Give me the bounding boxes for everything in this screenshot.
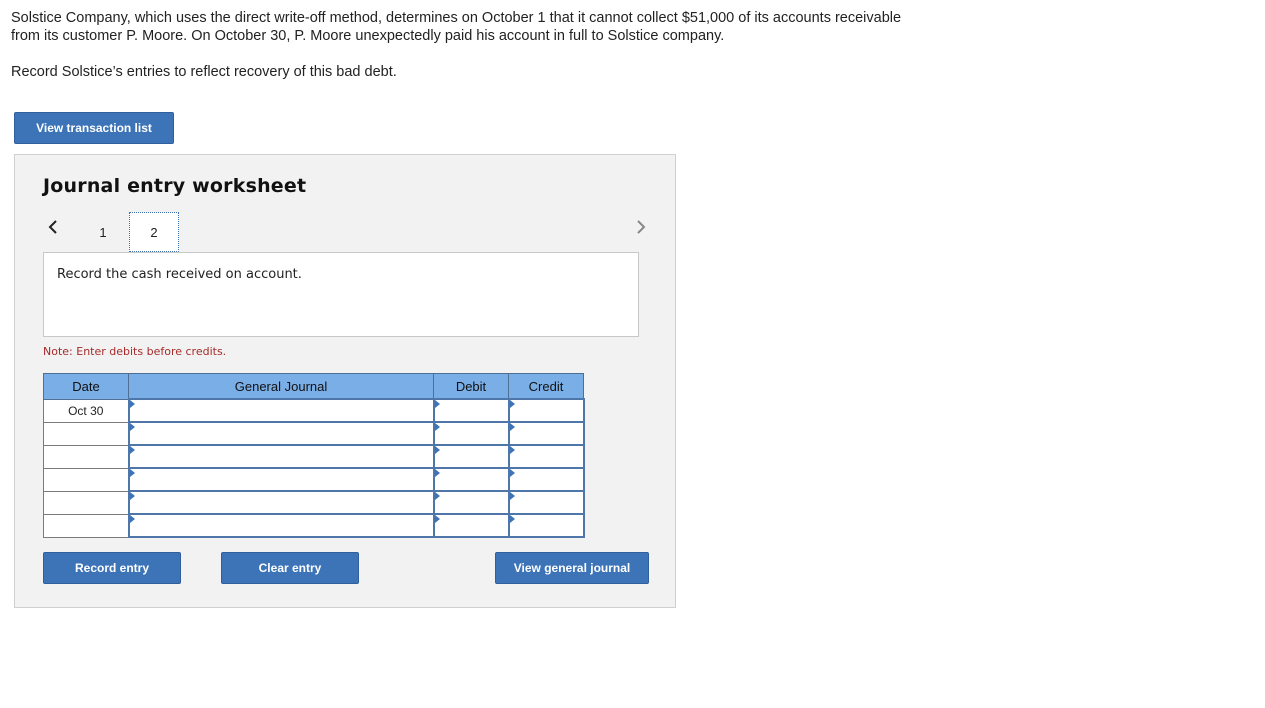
view-transaction-list-button[interactable]: View transaction list <box>14 112 174 144</box>
header-credit: Credit <box>508 373 584 400</box>
credit-input[interactable] <box>507 467 585 492</box>
account-dropdown[interactable] <box>127 444 435 469</box>
debit-input[interactable] <box>432 444 510 469</box>
date-cell: Oct 30 <box>43 398 129 423</box>
note-text: Note: Enter debits before credits. <box>43 345 227 358</box>
credit-input[interactable] <box>507 421 585 446</box>
account-dropdown[interactable] <box>127 490 435 515</box>
credit-input[interactable] <box>507 513 585 538</box>
account-dropdown[interactable] <box>127 513 435 538</box>
table-row: Oct 30 <box>43 398 585 423</box>
journal-entry-worksheet: Journal entry worksheet 1 2 Record the c… <box>14 154 676 608</box>
header-debit: Debit <box>433 373 509 400</box>
table-row <box>43 467 585 492</box>
date-cell <box>43 421 129 446</box>
table-row <box>43 444 585 469</box>
instruction-box: Record the cash received on account. <box>43 252 639 337</box>
date-cell <box>43 444 129 469</box>
journal-table: Date General Journal Debit Credit Oct 30 <box>43 373 585 538</box>
page-tab-2[interactable]: 2 <box>129 212 179 252</box>
date-cell <box>43 513 129 538</box>
debit-input[interactable] <box>432 421 510 446</box>
table-row <box>43 513 585 538</box>
account-dropdown[interactable] <box>127 398 435 423</box>
question-paragraph-2: Record Solstice’s entries to reflect rec… <box>11 64 397 80</box>
clear-entry-button[interactable]: Clear entry <box>221 552 359 584</box>
date-cell <box>43 490 129 515</box>
credit-input[interactable] <box>507 398 585 423</box>
view-general-journal-button[interactable]: View general journal <box>495 552 649 584</box>
header-general-journal: General Journal <box>128 373 434 400</box>
question-text: Solstice Company, which uses the direct … <box>11 9 911 81</box>
credit-input[interactable] <box>507 490 585 515</box>
page-tab-1[interactable]: 1 <box>78 212 128 252</box>
debit-input[interactable] <box>432 467 510 492</box>
journal-header-row: Date General Journal Debit Credit <box>43 373 584 400</box>
debit-input[interactable] <box>432 398 510 423</box>
table-row <box>43 490 585 515</box>
debit-input[interactable] <box>432 513 510 538</box>
credit-input[interactable] <box>507 444 585 469</box>
record-entry-button[interactable]: Record entry <box>43 552 181 584</box>
table-row <box>43 421 585 446</box>
debit-input[interactable] <box>432 490 510 515</box>
chevron-right-icon[interactable] <box>631 217 651 237</box>
account-dropdown[interactable] <box>127 467 435 492</box>
worksheet-title: Journal entry worksheet <box>43 175 307 197</box>
header-date: Date <box>43 373 129 400</box>
instruction-text: Record the cash received on account. <box>57 267 302 282</box>
chevron-left-icon[interactable] <box>43 217 63 237</box>
date-cell <box>43 467 129 492</box>
question-paragraph-1: Solstice Company, which uses the direct … <box>11 10 902 44</box>
account-dropdown[interactable] <box>127 421 435 446</box>
